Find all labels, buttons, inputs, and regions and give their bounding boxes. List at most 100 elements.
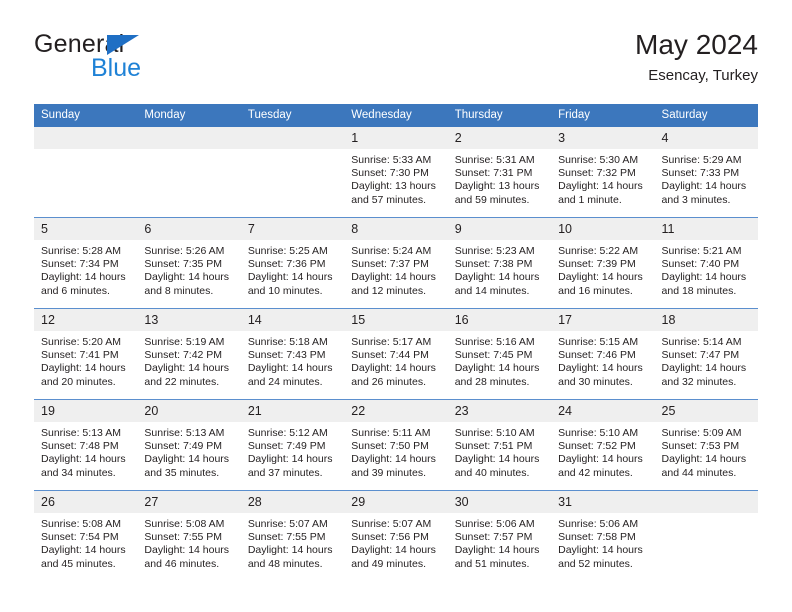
sunrise-text: Sunrise: 5:12 AM [247,427,328,439]
daylight-text: Daylight: 14 hours and 32 minutes. [661,362,747,388]
daylight-text: Daylight: 14 hours and 22 minutes. [144,362,230,388]
sunrise-text: Sunrise: 5:19 AM [144,336,225,348]
sunrise-text: Sunrise: 5:11 AM [351,427,431,439]
sunset-text: Sunset: 7:38 PM [454,258,533,271]
day-number: 4 [654,127,758,149]
calendar-page: General Blue May 2024 Esencay, Turkey Su… [0,0,792,612]
calendar-week-row: 12 Sunrise: 5:20 AM Sunset: 7:41 PM Dayligh… [34,308,758,400]
sunset-text: Sunset: 7:31 PM [454,167,533,180]
calendar-week-row: 19 Sunrise: 5:13 AM Sunset: 7:48 PM Dayligh… [34,399,758,491]
day-cell-20[interactable]: 20 Sunrise: 5:13 AM Sunset: 7:49 PM Dayligh… [137,399,241,491]
sunset-text: Sunset: 7:55 PM [247,531,326,544]
day-cell-13[interactable]: 13 Sunrise: 5:19 AM Sunset: 7:42 PM Dayligh… [137,308,241,400]
day-cell-6[interactable]: 6 Sunrise: 5:26 AM Sunset: 7:35 PM Daylight… [137,217,241,309]
sunset-text: Sunset: 7:58 PM [558,531,636,544]
daylight-text: Daylight: 14 hours and 10 minutes. [247,271,333,297]
day-cell-26[interactable]: 26 Sunrise: 5:08 AM Sunset: 7:54 PM Dayligh… [34,490,138,581]
day-cell-12[interactable]: 12 Sunrise: 5:20 AM Sunset: 7:41 PM Dayligh… [34,308,138,400]
day-cell-empty [34,127,138,218]
day-cell-8[interactable]: 8 Sunrise: 5:24 AM Sunset: 7:37 PM Daylight… [344,217,448,309]
daylight-text: Daylight: 14 hours and 52 minutes. [558,544,643,570]
day-cell-30[interactable]: 30 Sunrise: 5:06 AM Sunset: 7:57 PM Dayligh… [447,490,552,581]
day-number: 13 [137,309,241,331]
day-cell-9[interactable]: 9 Sunrise: 5:23 AM Sunset: 7:38 PM Daylight… [447,217,552,309]
sunrise-text: Sunrise: 5:33 AM [351,154,432,166]
day-details: Sunrise: 5:26 AM Sunset: 7:35 PM Daylight:… [137,240,240,298]
sunrise-text: Sunrise: 5:09 AM [661,427,742,439]
day-cell-5[interactable]: 5 Sunrise: 5:28 AM Sunset: 7:34 PM Daylight… [34,217,138,309]
page-title: May 2024 [635,29,758,60]
day-cell-14[interactable]: 14 Sunrise: 5:18 AM Sunset: 7:43 PM Dayligh… [240,308,345,400]
day-details: Sunrise: 5:13 AM Sunset: 7:48 PM Daylight:… [34,422,137,480]
day-cell-19[interactable]: 19 Sunrise: 5:13 AM Sunset: 7:48 PM Dayligh… [34,399,138,491]
day-details: Sunrise: 5:13 AM Sunset: 7:49 PM Daylight:… [137,422,240,480]
day-cell-29[interactable]: 29 Sunrise: 5:07 AM Sunset: 7:56 PM Dayligh… [344,490,448,581]
sunrise-text: Sunrise: 5:13 AM [41,427,121,439]
day-details: Sunrise: 5:07 AM Sunset: 7:55 PM Daylight:… [241,513,344,571]
day-cell-empty [654,490,758,581]
daylight-text: Daylight: 14 hours and 14 minutes. [454,271,540,297]
sunset-text: Sunset: 7:37 PM [351,258,429,271]
sunrise-text: Sunrise: 5:17 AM [351,336,432,348]
general-blue-logo[interactable]: General Blue [34,30,274,90]
day-cell-2[interactable]: 2 Sunrise: 5:31 AM Sunset: 7:31 PM Daylight… [447,127,552,218]
daylight-text: Daylight: 14 hours and 44 minutes. [661,453,747,479]
daylight-text: Daylight: 13 hours and 57 minutes. [351,180,436,206]
sunrise-text: Sunrise: 5:30 AM [558,154,639,166]
day-number: 24 [551,400,655,422]
daylight-text: Daylight: 14 hours and 28 minutes. [454,362,540,388]
day-cell-7[interactable]: 7 Sunrise: 5:25 AM Sunset: 7:36 PM Daylight… [240,217,345,309]
sunrise-text: Sunrise: 5:10 AM [454,427,535,439]
day-cell-3[interactable]: 3 Sunrise: 5:30 AM Sunset: 7:32 PM Daylight… [551,127,655,218]
day-number: 16 [447,309,552,331]
day-cell-4[interactable]: 4 Sunrise: 5:29 AM Sunset: 7:33 PM Daylight… [654,127,758,218]
day-number: 6 [137,218,241,240]
day-cell-23[interactable]: 23 Sunrise: 5:10 AM Sunset: 7:51 PM Dayligh… [447,399,552,491]
day-details: Sunrise: 5:31 AM Sunset: 7:31 PM Daylight:… [448,149,551,207]
day-cell-17[interactable]: 17 Sunrise: 5:15 AM Sunset: 7:46 PM Dayligh… [551,308,655,400]
day-number [654,491,758,513]
day-cell-1[interactable]: 1 Sunrise: 5:33 AM Sunset: 7:30 PM Daylight… [344,127,448,218]
day-cell-21[interactable]: 21 Sunrise: 5:12 AM Sunset: 7:49 PM Dayligh… [240,399,345,491]
daylight-text: Daylight: 14 hours and 24 minutes. [247,362,333,388]
day-details: Sunrise: 5:22 AM Sunset: 7:39 PM Daylight:… [551,240,654,298]
day-number: 31 [551,491,655,513]
day-number: 30 [447,491,552,513]
day-number: 26 [34,491,138,513]
sunset-text: Sunset: 7:41 PM [41,349,119,362]
daylight-text: Daylight: 14 hours and 39 minutes. [351,453,436,479]
sunset-text: Sunset: 7:34 PM [41,258,119,271]
logo-text-blue: Blue [91,54,142,82]
weekday-header-saturday: Saturday [654,104,758,127]
sunset-text: Sunset: 7:45 PM [454,349,533,362]
day-cell-28[interactable]: 28 Sunrise: 5:07 AM Sunset: 7:55 PM Dayligh… [240,490,345,581]
day-details: Sunrise: 5:11 AM Sunset: 7:50 PM Daylight:… [344,422,447,480]
sunrise-text: Sunrise: 5:22 AM [558,245,639,257]
day-cell-25[interactable]: 25 Sunrise: 5:09 AM Sunset: 7:53 PM Dayligh… [654,399,758,491]
day-cell-10[interactable]: 10 Sunrise: 5:22 AM Sunset: 7:39 PM Dayligh… [551,217,655,309]
day-number: 27 [137,491,241,513]
weekday-header-sunday: Sunday [34,104,138,127]
sunset-text: Sunset: 7:36 PM [247,258,326,271]
sunset-text: Sunset: 7:49 PM [144,440,223,453]
sunrise-text: Sunrise: 5:16 AM [454,336,535,348]
sunset-text: Sunset: 7:56 PM [351,531,429,544]
calendar-week-row: 26 Sunrise: 5:08 AM Sunset: 7:54 PM Dayligh… [34,490,758,581]
day-cell-18[interactable]: 18 Sunrise: 5:14 AM Sunset: 7:47 PM Dayligh… [654,308,758,400]
day-number: 19 [34,400,138,422]
day-cell-15[interactable]: 15 Sunrise: 5:17 AM Sunset: 7:44 PM Dayligh… [344,308,448,400]
sunrise-text: Sunrise: 5:06 AM [558,518,639,530]
sunset-text: Sunset: 7:51 PM [454,440,533,453]
sunrise-text: Sunrise: 5:26 AM [144,245,225,257]
day-details: Sunrise: 5:23 AM Sunset: 7:38 PM Daylight:… [448,240,551,298]
day-cell-22[interactable]: 22 Sunrise: 5:11 AM Sunset: 7:50 PM Dayligh… [344,399,448,491]
day-details: Sunrise: 5:12 AM Sunset: 7:49 PM Daylight:… [241,422,344,480]
day-cell-31[interactable]: 31 Sunrise: 5:06 AM Sunset: 7:58 PM Dayligh… [551,490,655,581]
daylight-text: Daylight: 14 hours and 1 minute. [558,180,643,206]
day-cell-24[interactable]: 24 Sunrise: 5:10 AM Sunset: 7:52 PM Dayligh… [551,399,655,491]
daylight-text: Daylight: 14 hours and 40 minutes. [454,453,540,479]
day-cell-11[interactable]: 11 Sunrise: 5:21 AM Sunset: 7:40 PM Dayligh… [654,217,758,309]
day-cell-16[interactable]: 16 Sunrise: 5:16 AM Sunset: 7:45 PM Dayligh… [447,308,552,400]
day-cell-27[interactable]: 27 Sunrise: 5:08 AM Sunset: 7:55 PM Dayligh… [137,490,241,581]
sunset-text: Sunset: 7:54 PM [41,531,119,544]
